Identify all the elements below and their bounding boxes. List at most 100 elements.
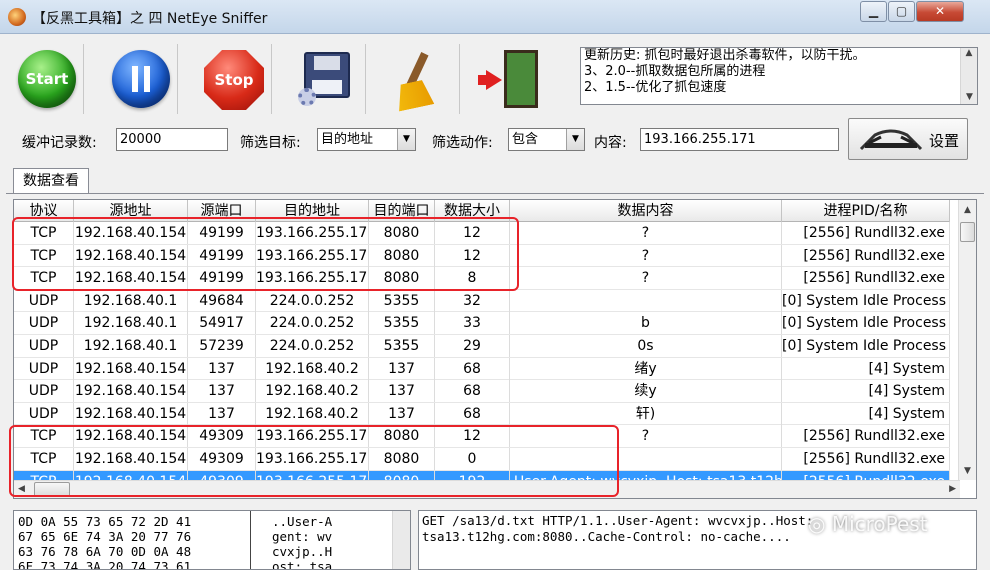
chevron-down-icon[interactable]: ▼ bbox=[397, 129, 415, 150]
cell-process: [2556] Rundll32.exe bbox=[782, 244, 950, 267]
cell-source-address: 192.168.40.154 bbox=[74, 244, 188, 267]
table-row[interactable]: UDP 192.168.40.1 57239 224.0.0.252 5355 29 0s[… bbox=[14, 334, 950, 358]
table-vertical-scrollbar[interactable]: ▲ ▼ bbox=[958, 200, 976, 480]
save-button[interactable] bbox=[288, 44, 366, 114]
hex-ascii-line: ost: tsa bbox=[272, 559, 333, 570]
cell-source-port: 49309 bbox=[188, 447, 256, 470]
cell-source-port: 57239 bbox=[188, 334, 256, 357]
cell-dest-port: 8080 bbox=[369, 447, 435, 470]
cell-data-content: ? bbox=[510, 267, 782, 290]
col-source-address[interactable]: 源地址 bbox=[74, 200, 188, 222]
cell-dest-port: 5355 bbox=[369, 334, 435, 357]
history-line: 3、2.0--抓取数据包所属的进程 bbox=[584, 64, 766, 79]
scroll-down-icon[interactable]: ▼ bbox=[961, 92, 977, 102]
horizontal-scroll-thumb[interactable] bbox=[34, 482, 70, 497]
clear-button[interactable] bbox=[382, 44, 460, 114]
minimize-button[interactable]: ▁ bbox=[860, 1, 887, 22]
cell-process: [4] System bbox=[782, 402, 950, 425]
hex-bytes: 0D 0A 55 73 65 72 2D 41 67 65 6E 74 3A 2… bbox=[18, 514, 191, 569]
wechat-icon: ◎ bbox=[808, 512, 832, 536]
cell-data-size: 29 bbox=[435, 334, 510, 357]
tab-data-view[interactable]: 数据查看 bbox=[13, 168, 89, 194]
cell-source-port: 137 bbox=[188, 402, 256, 425]
col-process[interactable]: 进程PID/名称 bbox=[782, 200, 950, 222]
cell-source-address: 192.168.40.154 bbox=[74, 380, 188, 403]
cell-dest-port: 137 bbox=[369, 402, 435, 425]
table-row[interactable]: UDP 192.168.40.154 137 192.168.40.2 137 68 轩)[… bbox=[14, 402, 950, 426]
target-select[interactable]: 目的地址 ▼ bbox=[317, 128, 416, 151]
start-button[interactable]: Start bbox=[6, 44, 84, 114]
scroll-left-icon[interactable]: ◀ bbox=[18, 484, 25, 494]
cell-dest-port: 5355 bbox=[369, 289, 435, 312]
col-source-port[interactable]: 源端口 bbox=[188, 200, 256, 222]
scroll-up-icon[interactable]: ▲ bbox=[959, 200, 976, 215]
maximize-button[interactable]: ▢ bbox=[888, 1, 915, 22]
hex-dump-pane[interactable]: 0D 0A 55 73 65 72 2D 41 67 65 6E 74 3A 2… bbox=[13, 510, 411, 570]
door-icon bbox=[504, 50, 538, 108]
table-row[interactable]: UDP 192.168.40.154 137 192.168.40.2 137 68 续y[… bbox=[14, 380, 950, 403]
history-scrollbar[interactable]: ▲ ▼ bbox=[960, 48, 977, 104]
title-bar: 【反黑工具箱】之 四 NetEye Sniffer ▁ ▢ ✕ bbox=[0, 0, 990, 34]
update-history-box[interactable]: 更新历史: 抓包时最好退出杀毒软件，以防干扰。 3、2.0--抓取数据包所属的进… bbox=[580, 47, 978, 105]
table-row[interactable]: UDP 192.168.40.1 49684 224.0.0.252 5355 32 [0]… bbox=[14, 289, 950, 313]
vertical-scroll-thumb[interactable] bbox=[960, 222, 975, 242]
cell-process: [4] System bbox=[782, 357, 950, 380]
buffer-count-input[interactable]: 20000 bbox=[116, 128, 228, 151]
settings-label: 设置 bbox=[929, 132, 960, 150]
cell-dest-address: 192.168.40.2 bbox=[256, 380, 369, 403]
cell-source-address: 192.168.40.1 bbox=[74, 312, 188, 335]
cell-source-port: 54917 bbox=[188, 312, 256, 335]
col-dest-address[interactable]: 目的地址 bbox=[256, 200, 369, 222]
action-select[interactable]: 包含 ▼ bbox=[508, 128, 585, 151]
stop-icon: Stop bbox=[204, 50, 264, 110]
table-header: 协议 源地址 源端口 目的地址 目的端口 数据大小 数据内容 进程PID/名称 bbox=[14, 200, 950, 222]
cell-dest-address: 192.168.40.2 bbox=[256, 357, 369, 380]
hex-ascii-line: gent: wv bbox=[272, 529, 333, 544]
cell-data-content: 0s bbox=[510, 334, 782, 357]
settings-button[interactable]: 设置 bbox=[848, 118, 968, 160]
scroll-up-icon[interactable]: ▲ bbox=[961, 48, 977, 58]
tab-divider bbox=[6, 193, 984, 194]
pause-icon bbox=[112, 50, 170, 108]
buffer-label: 缓冲记录数: bbox=[22, 135, 97, 151]
table-row[interactable]: TCP 192.168.40.154 49199 193.166.255.171 808… bbox=[14, 222, 950, 245]
cell-source-port: 49684 bbox=[188, 289, 256, 312]
cell-data-content: b bbox=[510, 312, 782, 335]
scroll-down-icon[interactable]: ▼ bbox=[959, 466, 976, 476]
cell-dest-port: 137 bbox=[369, 357, 435, 380]
col-data-size[interactable]: 数据大小 bbox=[435, 200, 510, 222]
table-row[interactable]: TCP 192.168.40.154 49199 193.166.255.171 808… bbox=[14, 267, 950, 290]
hex-divider bbox=[250, 511, 251, 569]
table-row[interactable]: TCP 192.168.40.154 49309 193.166.255.171 808… bbox=[14, 447, 950, 471]
content-input[interactable]: 193.166.255.171 bbox=[640, 128, 839, 151]
cell-protocol: UDP bbox=[14, 380, 74, 403]
pause-button[interactable] bbox=[100, 44, 178, 114]
cell-protocol: TCP bbox=[14, 447, 74, 470]
cell-dest-address: 224.0.0.252 bbox=[256, 289, 369, 312]
table-row[interactable]: TCP 192.168.40.154 49199 193.166.255.171 808… bbox=[14, 244, 950, 268]
table-row[interactable]: UDP 192.168.40.1 54917 224.0.0.252 5355 33 b [0… bbox=[14, 312, 950, 335]
cell-dest-port: 137 bbox=[369, 380, 435, 403]
target-label: 筛选目标: bbox=[240, 135, 301, 151]
table-row[interactable]: UDP 192.168.40.154 137 192.168.40.2 137 68 绪y[… bbox=[14, 357, 950, 381]
col-protocol[interactable]: 协议 bbox=[14, 200, 74, 222]
cell-source-address: 192.168.40.154 bbox=[74, 447, 188, 470]
chevron-down-icon[interactable]: ▼ bbox=[566, 129, 584, 150]
col-data-content[interactable]: 数据内容 bbox=[510, 200, 782, 222]
cell-process: [0] System Idle Process bbox=[782, 312, 950, 335]
table-row[interactable]: TCP 192.168.40.154 49309 193.166.255.171 808… bbox=[14, 425, 950, 448]
cell-protocol: TCP bbox=[14, 222, 74, 244]
cell-source-address: 192.168.40.154 bbox=[74, 222, 188, 244]
col-dest-port[interactable]: 目的端口 bbox=[369, 200, 435, 222]
hex-scrollbar[interactable] bbox=[392, 511, 410, 569]
table-horizontal-scrollbar[interactable]: ◀ ▶ bbox=[14, 480, 960, 498]
toolbar: Start Stop bbox=[6, 40, 576, 116]
exit-button[interactable] bbox=[476, 44, 554, 114]
cell-protocol: UDP bbox=[14, 312, 74, 335]
close-button[interactable]: ✕ bbox=[916, 1, 964, 22]
cell-source-address: 192.168.40.154 bbox=[74, 357, 188, 380]
cell-data-content bbox=[510, 447, 782, 470]
cell-data-size: 12 bbox=[435, 244, 510, 267]
stop-button[interactable]: Stop bbox=[194, 44, 272, 114]
scroll-right-icon[interactable]: ▶ bbox=[949, 484, 956, 494]
